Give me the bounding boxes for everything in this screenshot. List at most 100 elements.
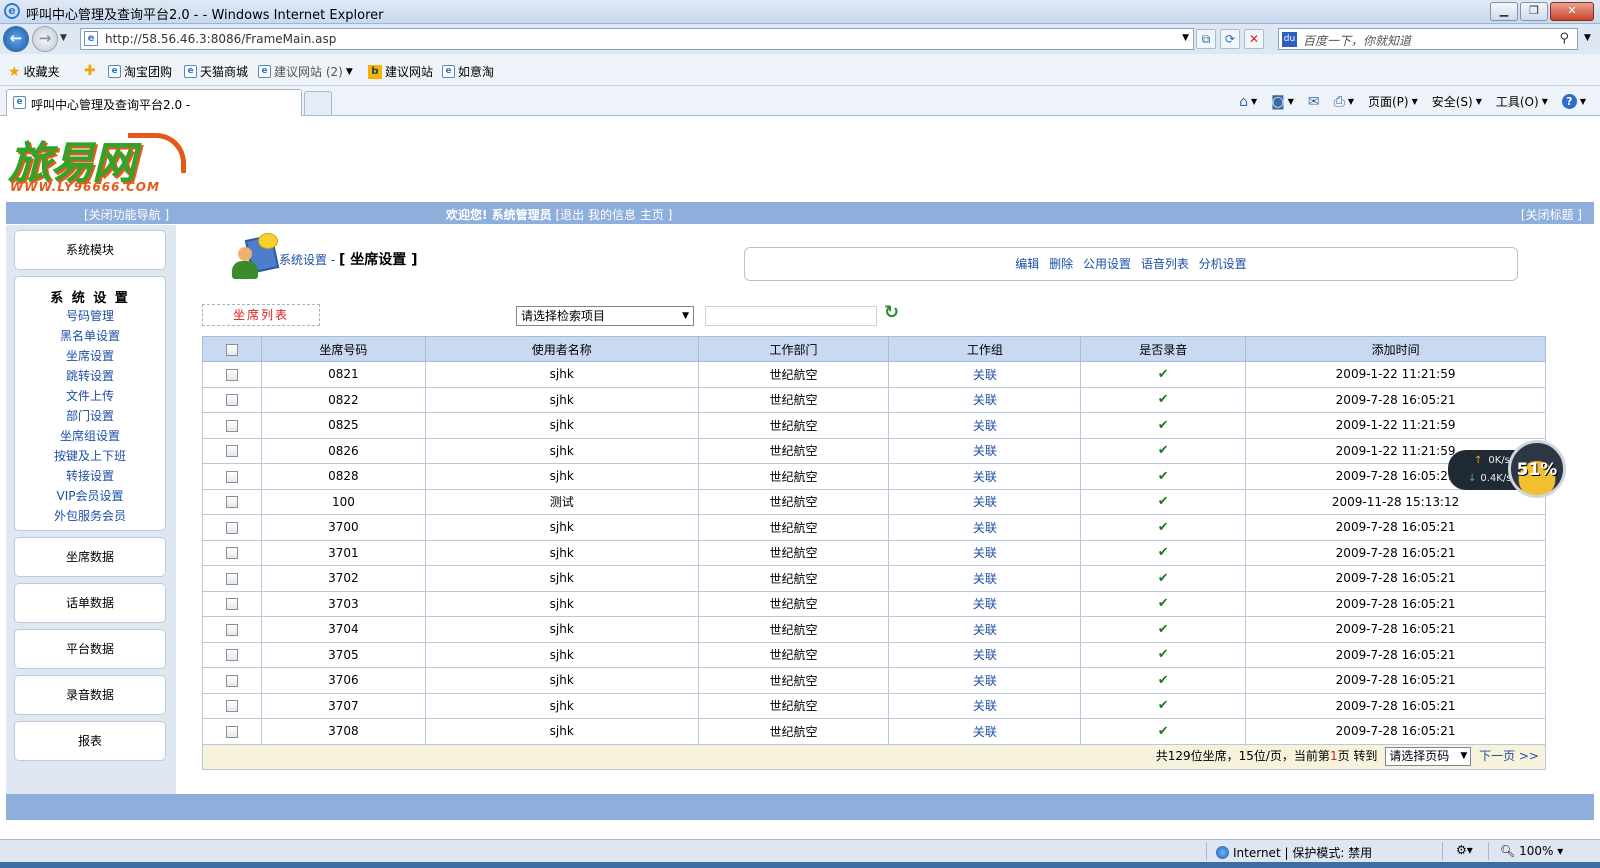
- row-checkbox[interactable]: [225, 623, 238, 636]
- sidebar-link-file-upload[interactable]: 文件上传: [15, 386, 165, 406]
- row-checkbox[interactable]: [225, 419, 238, 432]
- row-checkbox[interactable]: [225, 496, 238, 509]
- voice-list-link[interactable]: 语音列表: [1141, 257, 1189, 271]
- next-page-link[interactable]: 下一页 >>: [1479, 749, 1539, 763]
- close-nav-link[interactable]: [关闭功能导航 ]: [84, 206, 169, 223]
- network-meter-widget[interactable]: ↑ 0K/s ↓ 0.4K/s 51%: [1448, 440, 1566, 498]
- agent-group-link[interactable]: 关联: [973, 648, 997, 662]
- forward-button[interactable]: →: [32, 26, 58, 52]
- sidebar-link-blacklist[interactable]: 黑名单设置: [15, 326, 165, 346]
- agent-group-link[interactable]: 关联: [973, 393, 997, 407]
- sidebar-link-outsource[interactable]: 外包服务会员: [15, 506, 165, 526]
- sidebar-link-keys-shift[interactable]: 按键及上下班: [15, 446, 165, 466]
- column-header-department[interactable]: 工作部门: [697, 336, 890, 362]
- maximize-button[interactable]: ❐: [1520, 2, 1548, 21]
- select-all-checkbox[interactable]: [225, 343, 238, 356]
- tools-menu[interactable]: 工具(O) ▼: [1496, 93, 1548, 110]
- close-button[interactable]: ✕: [1550, 2, 1594, 21]
- sidebar-link-number-management[interactable]: 号码管理: [15, 306, 165, 326]
- address-url[interactable]: http://58.56.46.3:8086/FrameMain.asp: [105, 32, 336, 46]
- row-checkbox[interactable]: [225, 700, 238, 713]
- column-header-user[interactable]: 使用者名称: [424, 336, 699, 362]
- column-header-added-time[interactable]: 添加时间: [1245, 336, 1546, 362]
- stop-icon[interactable]: ✕: [1244, 29, 1264, 49]
- add-favorite-button[interactable]: ✚: [84, 63, 96, 79]
- fav-link-5[interactable]: e 如意淘: [442, 63, 494, 80]
- feeds-button[interactable]: ◙ ▼: [1271, 94, 1294, 110]
- safety-menu[interactable]: 安全(S) ▼: [1432, 93, 1482, 110]
- extension-settings-link[interactable]: 分机设置: [1199, 257, 1247, 271]
- fav-link-2[interactable]: e 天猫商城: [184, 63, 248, 80]
- breadcrumb-parent[interactable]: 系统设置 -: [279, 253, 335, 267]
- close-title-link[interactable]: [关闭标题 ]: [1521, 206, 1582, 223]
- row-checkbox[interactable]: [225, 572, 238, 585]
- refresh-icon[interactable]: ⟳: [1220, 29, 1240, 49]
- edit-link[interactable]: 编辑: [1015, 257, 1039, 271]
- address-bar[interactable]: e http://58.56.46.3:8086/FrameMain.asp ▼: [80, 28, 1194, 50]
- row-checkbox[interactable]: [225, 368, 238, 381]
- sidebar-link-agent-group[interactable]: 坐席组设置: [15, 426, 165, 446]
- home-link[interactable]: 主页 ]: [640, 208, 673, 222]
- sidebar-reports[interactable]: 报表: [14, 721, 166, 761]
- row-checkbox[interactable]: [225, 649, 238, 662]
- protected-mode-icon[interactable]: ⚙▾: [1456, 843, 1473, 857]
- page-menu[interactable]: 页面(P) ▼: [1368, 93, 1418, 110]
- agent-group-link[interactable]: 关联: [973, 699, 997, 713]
- sidebar-system-module[interactable]: 系统模块: [14, 230, 166, 270]
- row-checkbox[interactable]: [225, 547, 238, 560]
- agent-group-link[interactable]: 关联: [973, 597, 997, 611]
- sidebar-settings-title[interactable]: 系 统 设 置: [15, 287, 165, 306]
- new-tab-button[interactable]: [304, 91, 332, 115]
- search-icon[interactable]: ⚲: [1559, 31, 1569, 46]
- search-dropdown-icon[interactable]: ▼: [1584, 33, 1591, 43]
- zoom-level[interactable]: 🔍︎ 100% ▾: [1500, 844, 1563, 858]
- row-checkbox[interactable]: [225, 725, 238, 738]
- public-settings-link[interactable]: 公用设置: [1083, 257, 1131, 271]
- sidebar-link-agent-settings[interactable]: 坐席设置: [15, 346, 165, 366]
- sidebar-call-data[interactable]: 话单数据: [14, 583, 166, 623]
- agent-group-link[interactable]: 关联: [973, 495, 997, 509]
- site-logo[interactable]: 旅易网 WWW.LY96666.COM: [8, 127, 186, 197]
- column-header-number[interactable]: 坐席号码: [260, 336, 426, 362]
- agent-group-link[interactable]: 关联: [973, 470, 997, 484]
- sidebar-recording-data[interactable]: 录音数据: [14, 675, 166, 715]
- row-checkbox[interactable]: [225, 674, 238, 687]
- search-box[interactable]: du 百度一下，你就知道 ⚲: [1278, 28, 1578, 50]
- sidebar-link-redirect[interactable]: 跳转设置: [15, 366, 165, 386]
- fav-link-3[interactable]: e 建议网站 (2) ▼: [258, 63, 353, 80]
- agent-group-link[interactable]: 关联: [973, 674, 997, 688]
- agent-group-link[interactable]: 关联: [973, 725, 997, 739]
- mail-button[interactable]: ✉: [1308, 94, 1320, 110]
- row-checkbox[interactable]: [225, 598, 238, 611]
- compatibility-icon[interactable]: ⧉: [1196, 29, 1216, 49]
- row-checkbox[interactable]: [225, 394, 238, 407]
- home-button[interactable]: ⌂ ▼: [1239, 94, 1257, 110]
- search-input[interactable]: [705, 306, 877, 326]
- row-checkbox[interactable]: [225, 521, 238, 534]
- search-go-icon[interactable]: ↻: [884, 302, 899, 323]
- fav-link-4[interactable]: b 建议网站: [368, 63, 433, 80]
- history-dropdown-icon[interactable]: ▼: [60, 33, 67, 43]
- sidebar-link-transfer[interactable]: 转接设置: [15, 466, 165, 486]
- column-header-recording[interactable]: 是否录音: [1080, 336, 1247, 362]
- sidebar-link-vip[interactable]: VIP会员设置: [15, 486, 165, 506]
- column-header-group[interactable]: 工作组: [888, 336, 1082, 362]
- back-button[interactable]: ←: [3, 26, 29, 52]
- agent-group-link[interactable]: 关联: [973, 546, 997, 560]
- sidebar-link-department[interactable]: 部门设置: [15, 406, 165, 426]
- tab-active[interactable]: e 呼叫中心管理及查询平台2.0 -: [6, 89, 302, 116]
- agent-list-tab[interactable]: 坐席列表: [202, 304, 320, 326]
- row-checkbox[interactable]: [225, 445, 238, 458]
- my-info-link[interactable]: 我的信息: [588, 208, 636, 222]
- page-select[interactable]: 请选择页码 ▼: [1385, 747, 1472, 766]
- sidebar-agent-data[interactable]: 坐席数据: [14, 537, 166, 577]
- agent-group-link[interactable]: 关联: [973, 572, 997, 586]
- agent-group-link[interactable]: 关联: [973, 623, 997, 637]
- print-button[interactable]: ⎙ ▼: [1334, 94, 1354, 110]
- logout-link[interactable]: [退出: [555, 208, 584, 222]
- fav-link-1[interactable]: e 淘宝团购: [108, 63, 172, 80]
- help-menu[interactable]: ? ▼: [1561, 94, 1586, 109]
- agent-group-link[interactable]: 关联: [973, 419, 997, 433]
- search-field-select[interactable]: 请选择检索项目 ▼: [516, 306, 694, 326]
- address-dropdown-icon[interactable]: ▼: [1182, 33, 1189, 43]
